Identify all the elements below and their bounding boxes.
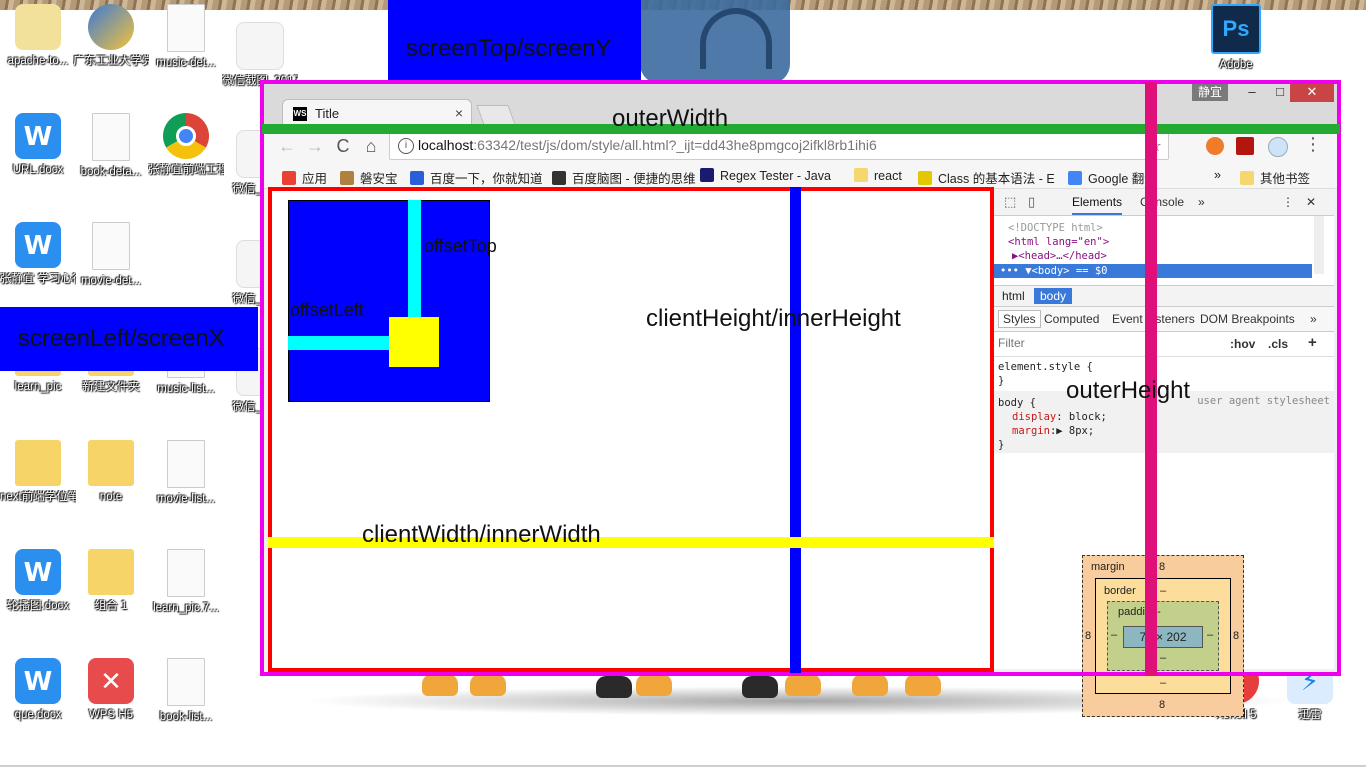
desktop-icon[interactable]: movie-list... xyxy=(148,440,224,507)
foot-decoration xyxy=(785,674,821,696)
screen-left-label: screenLeft/screenX xyxy=(18,325,225,352)
desktop-icon-label: note xyxy=(99,491,123,503)
foot-decoration xyxy=(596,676,632,698)
desktop-icon-label: 张静宜 学习心得.docx xyxy=(0,273,76,285)
outer-width-label: outerWidth xyxy=(612,105,729,132)
client-height-bar xyxy=(790,187,801,673)
foot-decoration xyxy=(852,674,888,696)
offset-left-label: offsetLeft xyxy=(290,300,364,320)
desktop-icon-label: learn_pic.7... xyxy=(153,602,219,614)
desktop-icon-label: learn_pic xyxy=(14,381,62,393)
desktop-icon[interactable]: apache-to... xyxy=(0,4,76,69)
client-width-label: clientWidth/innerWidth xyxy=(362,521,601,548)
desktop-icon-label: URL.docx xyxy=(12,164,64,176)
outer-height-label: outerHeight xyxy=(1066,377,1191,404)
doc-icon xyxy=(167,4,205,52)
desktop-icon[interactable]: que.docx xyxy=(0,658,76,723)
offset-top-label: offsetTop xyxy=(424,236,497,256)
doc-icon xyxy=(92,113,130,161)
desktop-icon[interactable]: 张静宜前端工程师简... xyxy=(148,113,224,178)
desktop-icon-label: WPS H5 xyxy=(88,709,134,721)
desktop-icon[interactable]: Adobe xyxy=(1198,4,1274,73)
desktop-icon[interactable]: next前端学位笔记 xyxy=(0,440,76,505)
wps-icon xyxy=(15,549,61,595)
wps-icon xyxy=(15,658,61,704)
desktop-icon-label: book-list... xyxy=(159,711,213,723)
foot-decoration xyxy=(905,674,941,696)
desktop-icon[interactable]: 张静宜 学习心得.docx xyxy=(0,222,76,287)
desktop-icon-label: movie-det... xyxy=(80,275,142,287)
desktop-icon[interactable]: WPS H5 xyxy=(73,658,149,723)
screen-top-label: screenTop/screenY xyxy=(406,35,612,62)
doc-icon xyxy=(167,549,205,597)
desktop-icon[interactable]: 组合 1 xyxy=(73,549,149,614)
shot-icon xyxy=(236,22,284,70)
border-bottom-value[interactable]: – xyxy=(1160,677,1166,689)
desktop-icon[interactable]: learn_pic.7... xyxy=(148,549,224,616)
doc-icon xyxy=(92,222,130,270)
desktop-icon-label: 新建文件夹 xyxy=(82,381,140,393)
shield-icon xyxy=(88,4,134,50)
margin-bottom-value[interactable]: 8 xyxy=(1159,699,1165,711)
foot-decoration xyxy=(422,674,458,696)
desktop-icon[interactable]: book-deta... xyxy=(73,113,149,180)
client-height-label: clientHeight/innerHeight xyxy=(646,305,901,332)
h5-icon xyxy=(88,658,134,704)
doc-icon xyxy=(167,440,205,488)
foot-decoration xyxy=(470,674,506,696)
foot-decoration xyxy=(742,676,778,698)
desktop-icon[interactable]: 微信截图_2017... xyxy=(222,22,298,89)
viewport-frame xyxy=(268,187,994,672)
desktop-icon[interactable]: note xyxy=(73,440,149,505)
desktop-icon-label: movie-list... xyxy=(156,493,216,505)
doc-icon xyxy=(167,658,205,706)
desktop-icon[interactable]: 轮播图.docx xyxy=(0,549,76,614)
wps-icon xyxy=(15,113,61,159)
desktop-icon-label: book-deta... xyxy=(80,166,142,178)
desktop-icon-label: Adobe xyxy=(1219,59,1253,71)
desktop-icon-label: apache-to... xyxy=(7,55,69,67)
desktop-icon-label: 迅雷 xyxy=(1298,709,1322,721)
desktop-icon[interactable]: 广东工业大学党带讯... xyxy=(73,4,149,69)
desktop-icon[interactable]: book-list... xyxy=(148,658,224,725)
desktop-icon[interactable]: movie-det... xyxy=(73,222,149,289)
zip-icon xyxy=(15,4,61,50)
desktop-icon-label: 组合 1 xyxy=(94,600,128,612)
folder-icon xyxy=(88,440,134,486)
desktop-icon-label: music-det... xyxy=(156,57,216,69)
desktop-icon-label: 轮播图.docx xyxy=(7,600,69,612)
outer-width-bar xyxy=(262,124,1340,134)
folder-icon xyxy=(15,440,61,486)
desktop-icon-label: que.docx xyxy=(14,709,62,721)
desktop-icon-label: 广东工业大学党带讯... xyxy=(73,55,149,67)
desktop-icon-label: music-list... xyxy=(157,383,215,395)
desktop-icon-label: 张静宜前端工程师简... xyxy=(148,164,224,176)
chrome-icon xyxy=(163,113,209,159)
desktop-icon[interactable]: URL.docx xyxy=(0,113,76,178)
ps-icon xyxy=(1211,4,1261,54)
foot-decoration xyxy=(636,674,672,696)
desktop-edge xyxy=(0,765,1366,767)
desktop-icon[interactable]: music-det... xyxy=(148,4,224,71)
folder-icon xyxy=(88,549,134,595)
desktop-icon-label: next前端学位笔记 xyxy=(0,491,76,503)
wps-icon xyxy=(15,222,61,268)
